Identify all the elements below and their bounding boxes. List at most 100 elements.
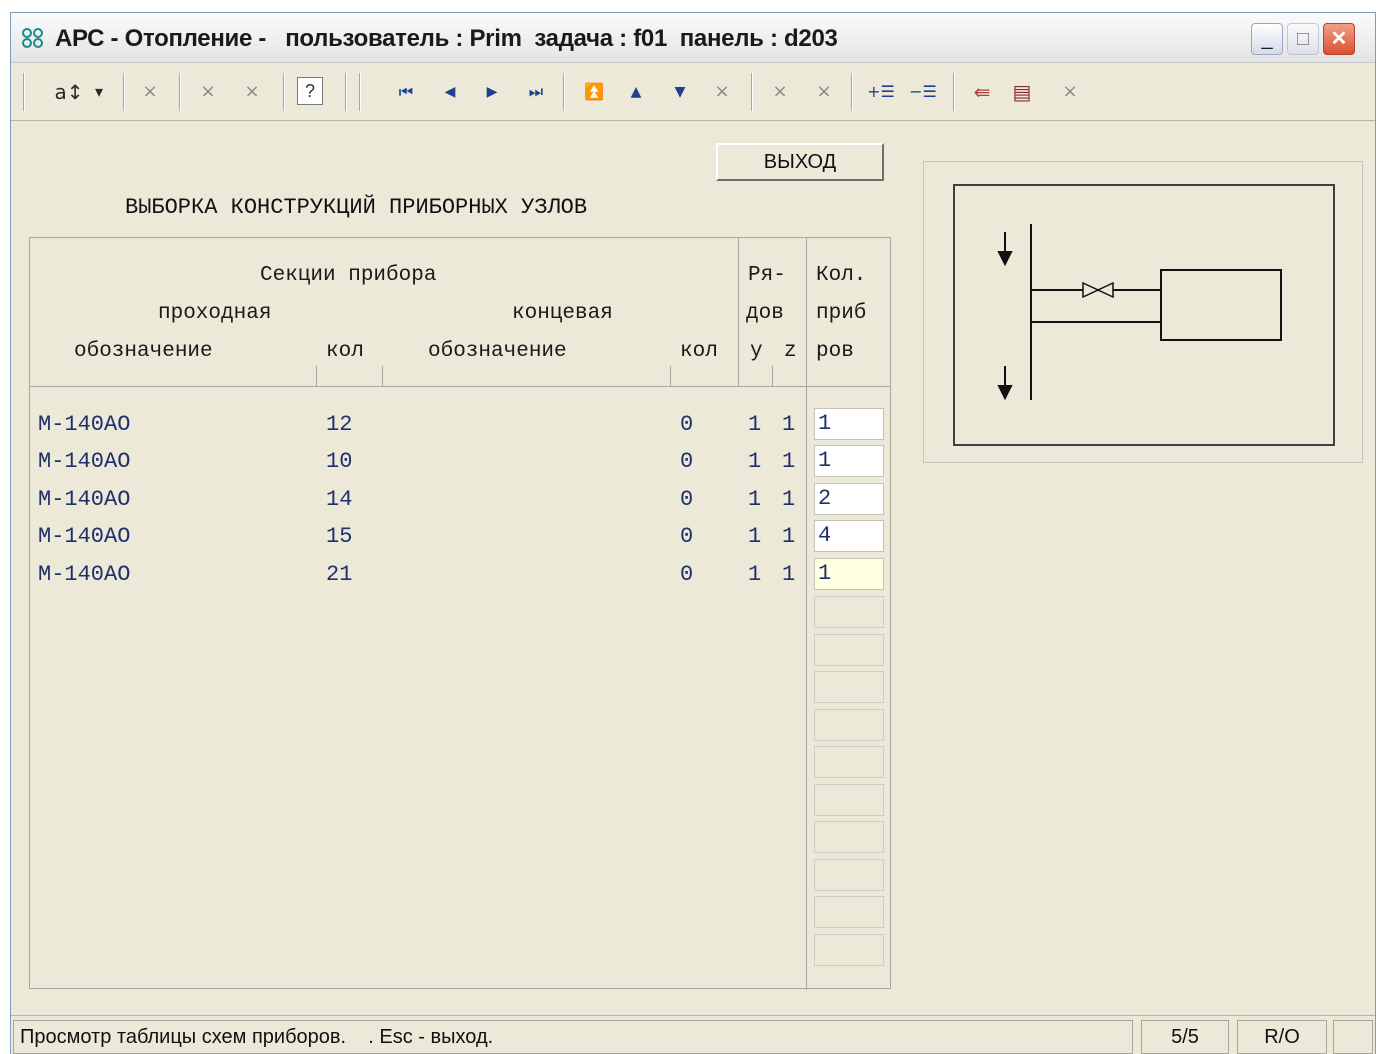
toolbar: a↕ ▾ × × × ? ⏮ ◀ ▶ ⏭ ⏫ ▲ ▼ × × × +☰ −☰ ⇚… bbox=[11, 63, 1375, 121]
count-input-empty[interactable] bbox=[814, 671, 884, 703]
status-message: Просмотр таблицы схем приборов. . Esc - … bbox=[13, 1020, 1133, 1054]
designation-cell: М-140АО bbox=[38, 449, 131, 474]
sort-dropdown-icon[interactable]: ▾ bbox=[89, 77, 109, 107]
header-count-3: ров bbox=[816, 340, 854, 363]
disabled-tool-icon[interactable]: × bbox=[193, 77, 223, 107]
first-record-icon[interactable]: ⏮ bbox=[391, 77, 421, 107]
move-up-icon[interactable]: ▲ bbox=[621, 77, 651, 107]
header-sections: Секции прибора bbox=[260, 264, 437, 287]
form-heading: ВЫБОРКА КОНСТРУКЦИЙ ПРИБОРНЫХ УЗЛОВ bbox=[125, 195, 588, 220]
count-input-empty[interactable] bbox=[814, 784, 884, 816]
disabled-tool-icon[interactable]: × bbox=[809, 77, 839, 107]
access-mode: R/O bbox=[1237, 1020, 1327, 1054]
header-rows-z: z bbox=[784, 340, 797, 363]
help-button[interactable]: ? bbox=[297, 77, 323, 105]
close-icon: ✕ bbox=[1330, 28, 1348, 50]
count-input-empty[interactable] bbox=[814, 596, 884, 628]
valve-icon bbox=[1082, 281, 1114, 299]
count-input-empty[interactable] bbox=[814, 634, 884, 666]
end-qty-cell: 0 bbox=[680, 412, 694, 437]
header-divider bbox=[30, 386, 890, 387]
title-bar[interactable]: АРС - Отопление - пользователь : Prim за… bbox=[11, 13, 1375, 63]
scheme-diagram-frame bbox=[953, 184, 1335, 446]
column-tick bbox=[670, 366, 671, 386]
disabled-tool-icon[interactable]: × bbox=[1055, 77, 1085, 107]
count-input-empty[interactable] bbox=[814, 896, 884, 928]
count-input[interactable]: 1 bbox=[814, 445, 884, 477]
toolbar-separator bbox=[345, 73, 347, 111]
rows-z-cell: 1 bbox=[782, 449, 796, 474]
radiator-box bbox=[1160, 269, 1282, 341]
column-tick bbox=[316, 366, 317, 386]
app-logo-icon bbox=[22, 28, 43, 48]
scheme-diagram-panel bbox=[923, 161, 1363, 463]
rows-y-cell: 1 bbox=[748, 412, 762, 437]
header-pass: проходная bbox=[158, 302, 272, 325]
move-top-icon[interactable]: ⏫ bbox=[579, 77, 609, 107]
move-down-icon[interactable]: ▼ bbox=[665, 77, 695, 107]
radiator-connection-diagram bbox=[997, 224, 1282, 401]
exit-button[interactable]: ВЫХОД bbox=[716, 143, 884, 181]
count-input-active[interactable]: 1 bbox=[814, 558, 884, 590]
header-qty-end: кол bbox=[680, 340, 718, 363]
minimize-icon: _ bbox=[1261, 28, 1273, 50]
rows-y-cell: 1 bbox=[748, 487, 762, 512]
toolbar-separator bbox=[179, 73, 181, 111]
count-input[interactable]: 4 bbox=[814, 520, 884, 552]
maximize-icon: □ bbox=[1296, 28, 1310, 50]
close-button[interactable]: ✕ bbox=[1323, 23, 1355, 55]
sort-icon[interactable]: a↕ bbox=[51, 77, 87, 107]
import-icon[interactable]: ⇚ bbox=[967, 77, 997, 107]
rows-z-cell: 1 bbox=[782, 524, 796, 549]
header-rows-y: y bbox=[750, 340, 763, 363]
rows-z-cell: 1 bbox=[782, 487, 796, 512]
end-qty-cell: 0 bbox=[680, 487, 694, 512]
rows-y-cell: 1 bbox=[748, 449, 762, 474]
prev-record-icon[interactable]: ◀ bbox=[435, 77, 465, 107]
minimize-button[interactable]: _ bbox=[1251, 23, 1283, 55]
toolbar-separator bbox=[283, 73, 285, 111]
flow-down-arrow-icon bbox=[997, 232, 1013, 267]
header-rows-2: дов bbox=[746, 302, 784, 325]
header-designation-pass: обозначение bbox=[74, 340, 213, 363]
save-icon[interactable]: ▤ bbox=[1007, 77, 1037, 107]
window-title: АРС - Отопление - пользователь : Prim за… bbox=[55, 25, 838, 52]
designation-cell: М-140АО bbox=[38, 524, 131, 549]
column-tick bbox=[772, 366, 773, 386]
flow-down-arrow-icon bbox=[997, 366, 1013, 401]
designation-cell: М-140АО bbox=[38, 412, 131, 437]
disabled-tool-icon[interactable]: × bbox=[135, 77, 165, 107]
count-input[interactable]: 1 bbox=[814, 408, 884, 440]
count-input-empty[interactable] bbox=[814, 859, 884, 891]
form-area: ВЫХОД ВЫБОРКА КОНСТРУКЦИЙ ПРИБОРНЫХ УЗЛО… bbox=[11, 121, 1375, 1011]
end-qty-cell: 0 bbox=[680, 449, 694, 474]
toolbar-separator bbox=[23, 73, 25, 111]
disabled-tool-icon[interactable]: × bbox=[765, 77, 795, 107]
count-input-empty[interactable] bbox=[814, 709, 884, 741]
qty-cell: 10 bbox=[326, 449, 353, 474]
qty-cell: 21 bbox=[326, 562, 353, 587]
qty-cell: 14 bbox=[326, 487, 353, 512]
next-record-icon[interactable]: ▶ bbox=[477, 77, 507, 107]
count-input-empty[interactable] bbox=[814, 934, 884, 966]
disabled-tool-icon[interactable]: × bbox=[707, 77, 737, 107]
column-tick bbox=[382, 366, 383, 386]
last-record-icon[interactable]: ⏭ bbox=[521, 77, 551, 107]
toolbar-separator bbox=[851, 73, 853, 111]
insert-row-icon[interactable]: +☰ bbox=[863, 77, 899, 107]
qty-cell: 15 bbox=[326, 524, 353, 549]
app-window: АРС - Отопление - пользователь : Prim за… bbox=[10, 12, 1376, 1054]
header-rows-1: Ря- bbox=[748, 264, 786, 287]
toolbar-separator bbox=[123, 73, 125, 111]
count-input-empty[interactable] bbox=[814, 746, 884, 778]
status-bar: Просмотр таблицы схем приборов. . Esc - … bbox=[11, 1015, 1375, 1054]
rows-z-cell: 1 bbox=[782, 562, 796, 587]
count-input-empty[interactable] bbox=[814, 821, 884, 853]
header-designation-end: обозначение bbox=[428, 340, 567, 363]
header-count-2: приб bbox=[816, 302, 867, 325]
delete-row-icon[interactable]: −☰ bbox=[905, 77, 941, 107]
disabled-tool-icon[interactable]: × bbox=[237, 77, 267, 107]
count-input[interactable]: 2 bbox=[814, 483, 884, 515]
designation-cell: М-140АО bbox=[38, 562, 131, 587]
maximize-button[interactable]: □ bbox=[1287, 23, 1319, 55]
